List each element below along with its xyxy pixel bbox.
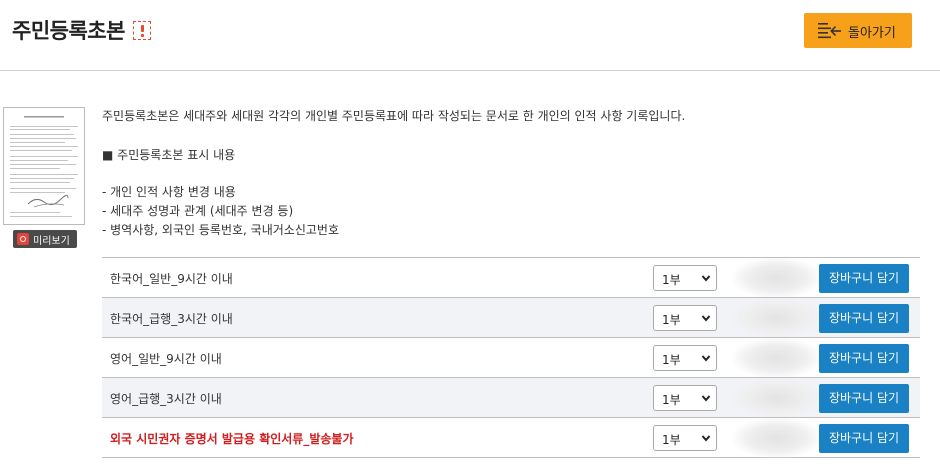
- page-title: 주민등록초본: [12, 19, 125, 43]
- description-intro: 주민등록초본은 세대주와 세대원 각각의 개인별 주민등록표에 따라 작성되는 …: [102, 109, 686, 123]
- chevron-down-icon: [701, 435, 711, 442]
- back-button-label: 돌아가기: [848, 26, 896, 41]
- quantity-select[interactable]: 1부: [653, 385, 717, 411]
- preview-button-label: 미리보기: [33, 236, 70, 247]
- option-row: 영어_일반_9시간 이내 1부 장바구니 담기: [102, 337, 920, 378]
- option-table: 한국어_일반_9시간 이내 1부 장바구니 담기 한국어_급행_3시간 이내 1…: [102, 257, 920, 458]
- option-row: 외국 시민권자 증명서 발급용 확인서류_발송불가 1부 장바구니 담기: [102, 417, 920, 458]
- description-item: - 병역사항, 외국인 등록번호, 국내거소신고번호: [102, 223, 339, 237]
- option-name: 영어_일반_9시간 이내: [110, 352, 222, 366]
- quantity-select[interactable]: 1부: [653, 345, 717, 371]
- quantity-select[interactable]: 1부: [653, 425, 717, 451]
- description-item: - 개인 인적 사항 변경 내용: [102, 185, 236, 199]
- quantity-value: 1부: [662, 353, 681, 367]
- price-blurred: [733, 258, 821, 298]
- quantity-value: 1부: [662, 313, 681, 327]
- quantity-select[interactable]: 1부: [653, 265, 717, 291]
- price-blurred: [733, 298, 821, 338]
- price-blurred: [733, 338, 821, 378]
- add-to-cart-button[interactable]: 장바구니 담기: [819, 304, 909, 333]
- alert-icon: [133, 21, 151, 40]
- quantity-value: 1부: [662, 273, 681, 287]
- price-blurred: [733, 378, 821, 418]
- document-thumbnail[interactable]: [3, 107, 85, 225]
- section-title: ■ 주민등록초본 표시 내용: [102, 148, 236, 162]
- quantity-value: 1부: [662, 393, 681, 407]
- quantity-value: 1부: [662, 433, 681, 447]
- option-name: 한국어_급행_3시간 이내: [110, 312, 233, 326]
- option-row: 한국어_급행_3시간 이내 1부 장바구니 담기: [102, 297, 920, 338]
- chevron-down-icon: [701, 395, 711, 402]
- add-to-cart-button[interactable]: 장바구니 담기: [819, 264, 909, 293]
- magnifier-icon: [17, 233, 29, 245]
- back-button[interactable]: 돌아가기: [804, 13, 912, 48]
- add-to-cart-button[interactable]: 장바구니 담기: [819, 344, 909, 373]
- option-row: 한국어_일반_9시간 이내 1부 장바구니 담기: [102, 257, 920, 298]
- preview-button[interactable]: 미리보기: [13, 230, 77, 248]
- chevron-down-icon: [701, 355, 711, 362]
- chevron-down-icon: [701, 315, 711, 322]
- add-to-cart-button[interactable]: 장바구니 담기: [819, 384, 909, 413]
- option-name: 영어_급행_3시간 이내: [110, 392, 222, 406]
- page-header: 주민등록초본 돌아가기: [0, 0, 940, 71]
- price-blurred: [733, 418, 821, 458]
- chevron-down-icon: [701, 275, 711, 282]
- quantity-select[interactable]: 1부: [653, 305, 717, 331]
- list-back-icon: [818, 23, 841, 39]
- option-name: 한국어_일반_9시간 이내: [110, 272, 233, 286]
- add-to-cart-button[interactable]: 장바구니 담기: [819, 424, 909, 453]
- option-row: 영어_급행_3시간 이내 1부 장바구니 담기: [102, 377, 920, 418]
- option-name-warning: 외국 시민권자 증명서 발급용 확인서류_발송불가: [110, 432, 354, 446]
- description-item: - 세대주 성명과 관계 (세대주 변경 등): [102, 204, 294, 218]
